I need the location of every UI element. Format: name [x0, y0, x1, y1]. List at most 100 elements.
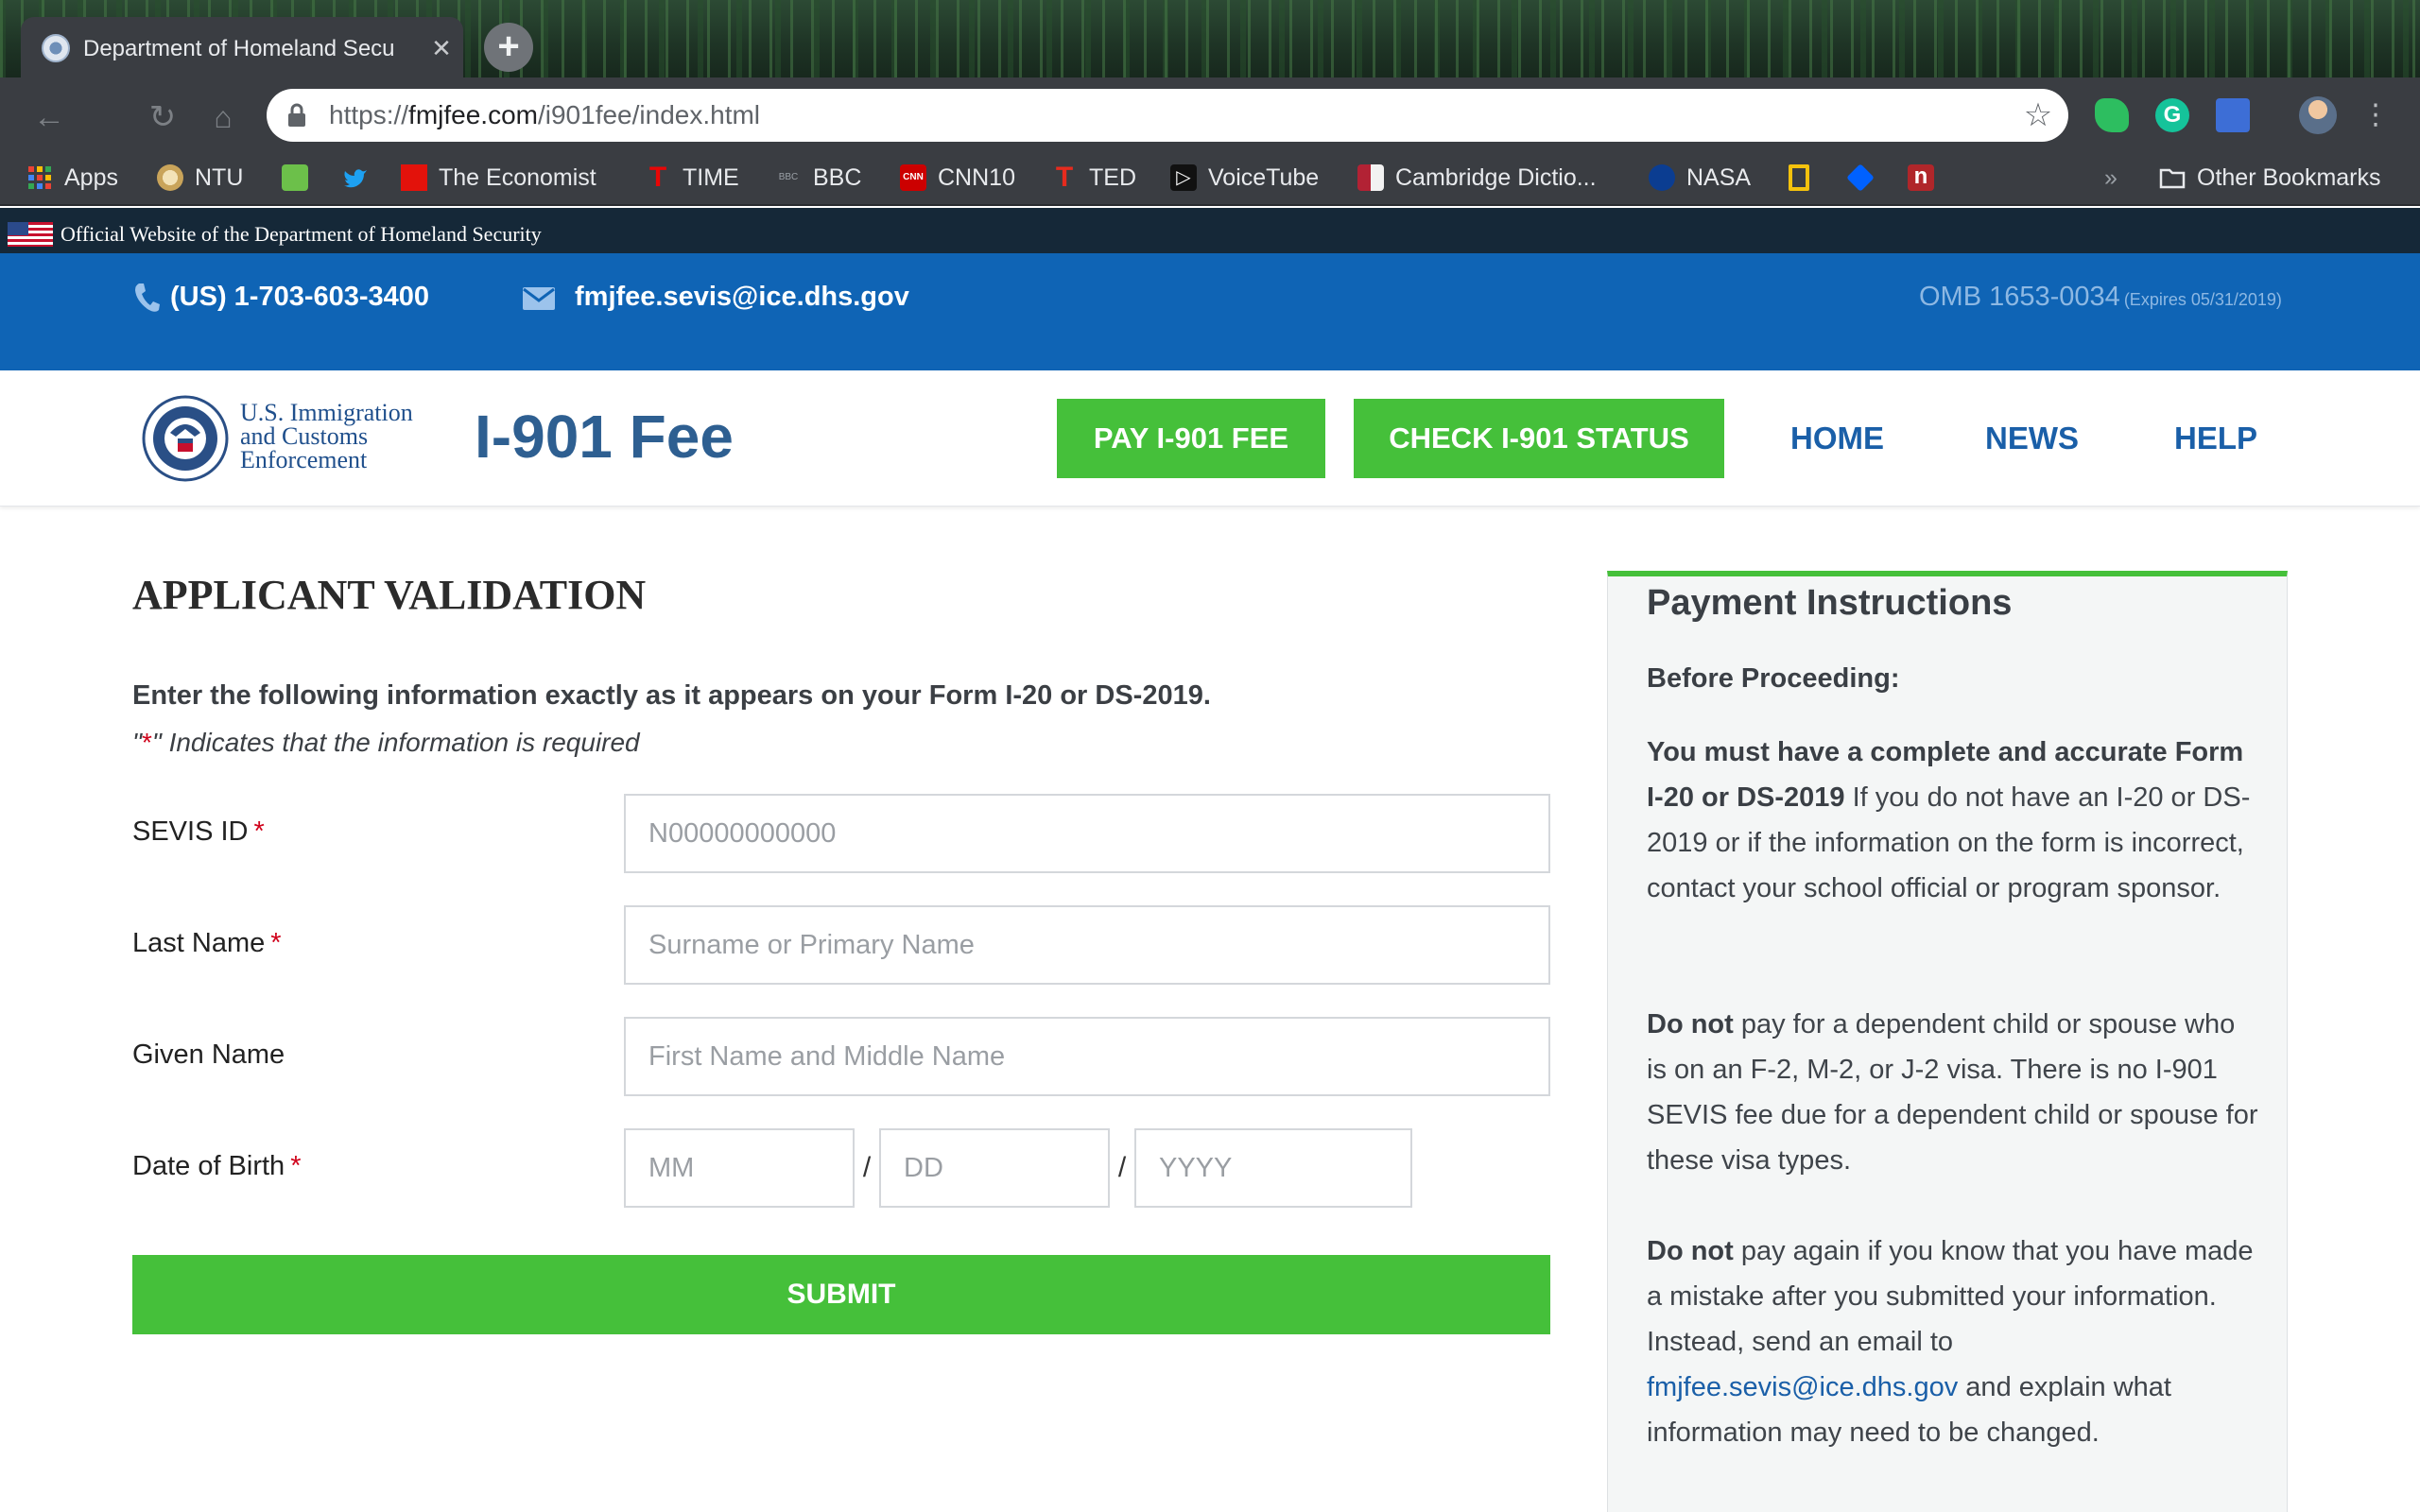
url-domain: fmjfee.com: [408, 100, 538, 129]
bookmark-yellow-note[interactable]: [1789, 157, 1809, 198]
check-status-button[interactable]: CHECK I-901 STATUS: [1354, 399, 1724, 478]
time-icon: T: [648, 162, 667, 193]
bookmark-cambridge[interactable]: Cambridge Dictio...: [1357, 157, 1597, 198]
email-link[interactable]: fmjfee.sevis@ice.dhs.gov: [1647, 1372, 1958, 1402]
new-tab-button[interactable]: +: [484, 23, 533, 72]
omb-expires: (Expires 05/31/2019): [2123, 290, 2282, 309]
ntu-icon: [157, 164, 183, 191]
paragraph-bold: Do not: [1647, 1236, 1734, 1266]
required-star: *: [270, 928, 282, 958]
date-separator: /: [1117, 1152, 1127, 1183]
dropbox-icon: [1846, 163, 1875, 192]
sevis-id-label: SEVIS ID *: [132, 811, 265, 852]
bbc-icon: BBC: [778, 172, 799, 182]
profile-avatar[interactable]: [2299, 96, 2337, 134]
given-name-input[interactable]: [624, 1017, 1550, 1096]
bookmark-star-icon[interactable]: ☆: [2017, 94, 2059, 136]
home-icon[interactable]: ⌂: [202, 96, 244, 138]
paragraph-text: pay again if you know that you have made…: [1647, 1236, 2254, 1357]
bookmark-green-c[interactable]: [282, 157, 308, 198]
form-instruction: Enter the following information exactly …: [132, 680, 1211, 711]
required-star: *: [253, 816, 265, 847]
bookmark-label: NTU: [195, 163, 244, 191]
grammarly-extension-icon[interactable]: G: [2155, 98, 2189, 132]
bookmark-label: Other Bookmarks: [2197, 163, 2381, 191]
form-title: APPLICANT VALIDATION: [132, 572, 647, 618]
tab-title: Department of Homeland Secu: [83, 36, 395, 61]
instruction-paragraph-2: Do not pay for a dependent child or spou…: [1647, 1002, 2261, 1183]
evernote-extension-icon[interactable]: [2095, 98, 2129, 132]
bookmark-ntu[interactable]: NTU: [157, 157, 243, 198]
nav-news[interactable]: NEWS: [1985, 399, 2079, 478]
bookmark-label: NASA: [1686, 163, 1752, 191]
bookmark-apps[interactable]: Apps: [26, 157, 118, 198]
active-tab[interactable]: Department of Homeland Secu ✕: [21, 17, 463, 79]
instruction-paragraph-3: Do not pay again if you know that you ha…: [1647, 1228, 2261, 1455]
bookmark-label: TED: [1089, 163, 1136, 191]
dob-year-input[interactable]: [1134, 1128, 1412, 1208]
bookmark-twitter[interactable]: [342, 157, 369, 198]
close-tab-icon[interactable]: ✕: [425, 32, 458, 64]
bookmarks-overflow-icon[interactable]: »: [2104, 157, 2118, 198]
reload-icon[interactable]: ↻: [142, 96, 183, 138]
n-icon: n: [1908, 164, 1934, 191]
dhs-favicon-icon: [42, 34, 70, 62]
required-note: "*" Indicates that the information is re…: [132, 724, 640, 762]
dob-label-text: Date of Birth: [132, 1151, 285, 1181]
browser-menu-icon[interactable]: ⋮: [2361, 94, 2390, 136]
bookmark-label: TIME: [683, 163, 739, 191]
bookmark-economist[interactable]: The Economist: [401, 157, 596, 198]
phone-number[interactable]: (US) 1-703-603-3400: [170, 276, 429, 318]
voicetube-icon: ▷: [1170, 164, 1197, 191]
pay-fee-button[interactable]: PAY I-901 FEE: [1057, 399, 1325, 478]
url-text[interactable]: https://fmjfee.com/i901fee/index.html: [329, 94, 1747, 136]
apps-grid-icon: [28, 166, 51, 189]
last-name-label: Last Name *: [132, 922, 282, 964]
last-name-label-text: Last Name: [132, 928, 266, 958]
economist-icon: [401, 164, 427, 191]
bookmark-time[interactable]: T TIME: [645, 157, 739, 198]
reader-extension-icon[interactable]: [2216, 98, 2250, 132]
bookmark-label: Apps: [64, 163, 118, 191]
dhs-seal-icon[interactable]: [142, 395, 229, 482]
bookmark-voicetube[interactable]: ▷ VoiceTube: [1170, 157, 1319, 198]
date-separator: /: [862, 1152, 872, 1183]
site-title[interactable]: I-901 Fee: [475, 399, 734, 474]
bookmark-dropbox[interactable]: [1846, 157, 1875, 198]
bookmark-label: CNN10: [938, 163, 1015, 191]
bookmark-nasa[interactable]: NASA: [1649, 157, 1751, 198]
paragraph-bold: Do not: [1647, 1009, 1734, 1040]
contact-email[interactable]: fmjfee.sevis@ice.dhs.gov: [575, 276, 909, 318]
payment-instructions-title: Payment Instructions: [1647, 583, 2013, 623]
required-note-suffix: " Indicates that the information is requ…: [151, 728, 640, 757]
bookmark-n[interactable]: n: [1908, 157, 1934, 198]
url-path: /i901fee/index.html: [537, 100, 761, 129]
green-c-icon: [282, 164, 308, 191]
sevis-id-label-text: SEVIS ID: [132, 816, 249, 847]
paragraph-text: pay for a dependent child or spouse who …: [1647, 1009, 2258, 1176]
bookmark-bbc[interactable]: BBC BBC: [775, 157, 862, 198]
gov-banner-text: Official Website of the Department of Ho…: [60, 222, 542, 246]
bookmark-cnn10[interactable]: CNN CNN10: [900, 157, 1015, 198]
sevis-id-input[interactable]: [624, 794, 1550, 873]
ice-logo-text[interactable]: U.S. Immigration and Customs Enforcement: [240, 401, 448, 472]
bookmark-label: Cambridge Dictio...: [1395, 163, 1597, 191]
omb-info: OMB 1653-0034 (Expires 05/31/2019): [1919, 276, 2282, 318]
required-star: *: [290, 1151, 302, 1181]
nav-home[interactable]: HOME: [1790, 399, 1884, 478]
cambridge-icon: [1357, 164, 1384, 191]
twitter-icon: [344, 169, 367, 188]
bookmark-other[interactable]: Other Bookmarks: [2159, 157, 2381, 198]
dob-month-input[interactable]: [624, 1128, 855, 1208]
yellow-note-icon: [1789, 164, 1809, 191]
back-icon[interactable]: ←: [28, 96, 70, 138]
required-note-star: *: [141, 728, 152, 757]
instruction-paragraph-1: You must have a complete and accurate Fo…: [1647, 730, 2261, 911]
submit-button[interactable]: SUBMIT: [132, 1255, 1550, 1334]
nav-help[interactable]: HELP: [2174, 399, 2257, 478]
dob-day-input[interactable]: [879, 1128, 1110, 1208]
before-proceeding-heading: Before Proceeding:: [1647, 663, 1900, 694]
last-name-input[interactable]: [624, 905, 1550, 985]
bookmark-ted[interactable]: T TED: [1051, 157, 1136, 198]
us-flag-icon: [8, 222, 53, 247]
